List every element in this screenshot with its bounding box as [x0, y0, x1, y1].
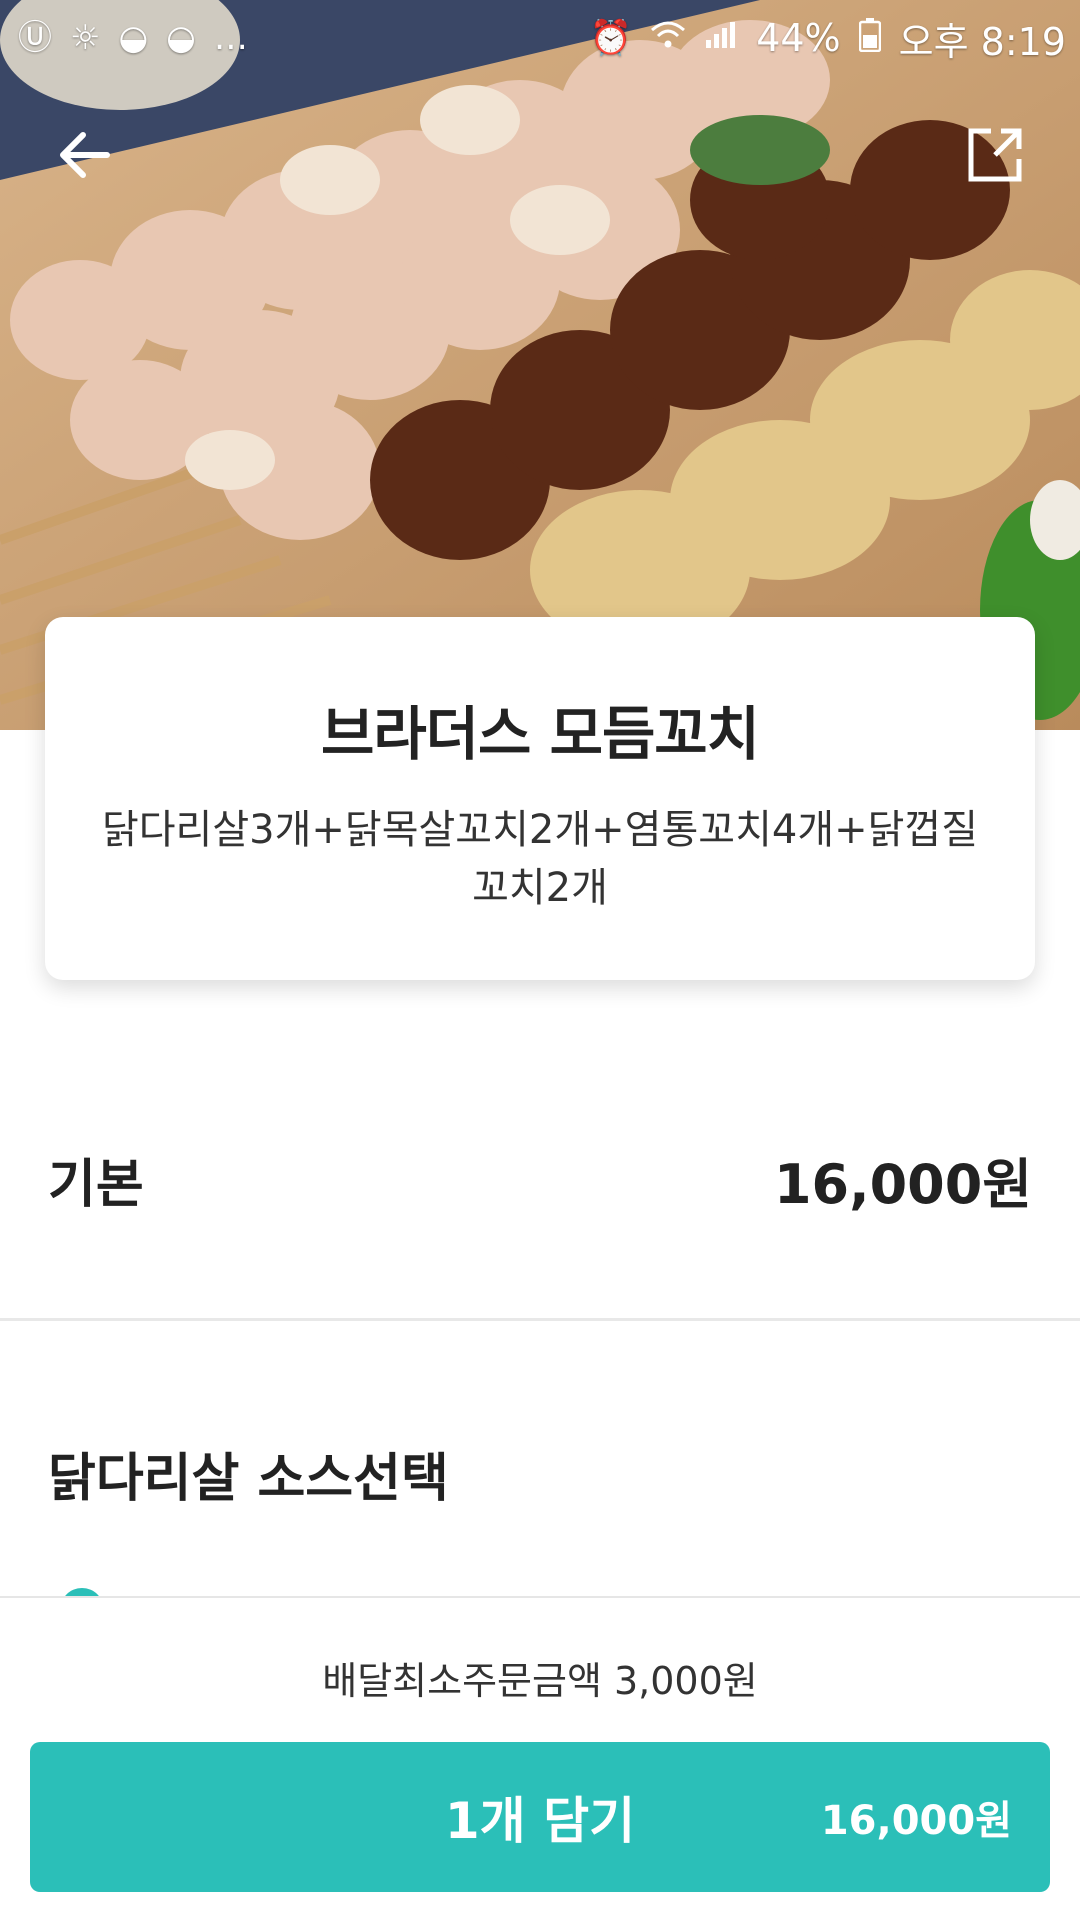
- weather-icon: ☼: [70, 18, 101, 58]
- battery-icon: [858, 18, 881, 58]
- base-label: 기본: [48, 1155, 144, 1215]
- food-bowl-icon: ◒: [118, 18, 149, 58]
- share-button[interactable]: [950, 110, 1040, 200]
- bottom-order-bar: 배달최소주문금액 3,000원 1개 담기 16,000원: [0, 1596, 1080, 1920]
- base-price-row: 기본 16,000원: [48, 1140, 1032, 1219]
- min-order-amount: 배달최소주문금액 3,000원: [322, 1659, 758, 1703]
- signal-icon: [704, 20, 738, 56]
- status-bar-right: ⏰ 44% 오후 8:19: [590, 11, 1066, 66]
- base-price: 16,000원: [773, 1153, 1032, 1216]
- section-divider: [0, 1318, 1080, 1321]
- wifi-icon: [650, 20, 686, 56]
- menu-title: 브라더스 모듬꼬치: [320, 700, 760, 768]
- external-share-icon: [968, 128, 1022, 182]
- status-bar: Ⓤ ☼ ◒ ◒ … ⏰ 44% 오후 8:19: [0, 0, 1080, 76]
- more-notifications-icon: …: [213, 18, 248, 58]
- add-to-cart-button[interactable]: 1개 담기 16,000원: [30, 1742, 1050, 1892]
- status-bar-left: Ⓤ ☼ ◒ ◒ …: [18, 21, 248, 55]
- option-group-title: 닭다리살 소스선택: [48, 1449, 449, 1509]
- battery-percent: 44%: [756, 16, 841, 60]
- add-button-label: 1개 담기: [444, 1792, 636, 1850]
- add-button-price: 16,000원: [820, 1798, 1012, 1844]
- food-bowl-icon: ◒: [166, 18, 196, 58]
- menu-info-card: 브라더스 모듬꼬치 닭다리살3개+닭목살꼬치2개+염통꼬치4개+닭껍질꼬치2개: [45, 617, 1035, 980]
- back-button[interactable]: [40, 110, 130, 200]
- clock: 오후 8:19: [898, 19, 1066, 64]
- arrow-left-icon: [60, 132, 110, 178]
- menu-description: 닭다리살3개+닭목살꼬치2개+염통꼬치4개+닭껍질꼬치2개: [101, 807, 979, 911]
- u-app-icon: Ⓤ: [18, 18, 52, 58]
- alarm-icon: ⏰: [589, 18, 633, 58]
